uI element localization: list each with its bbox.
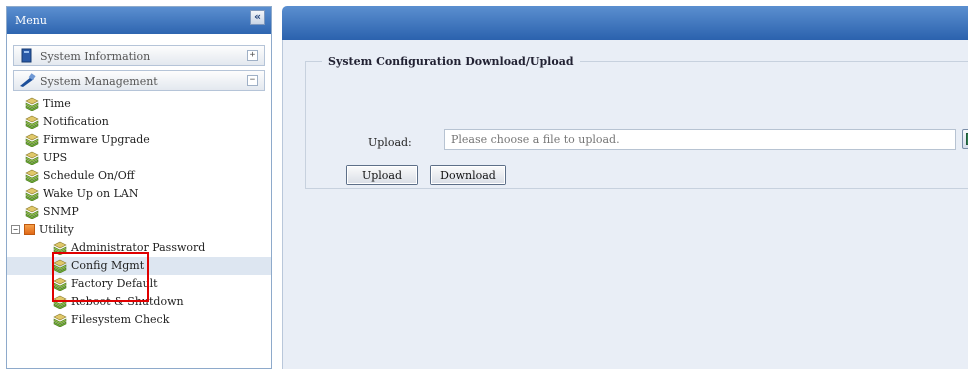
menu-panel: Menu « System Information + System Manag… xyxy=(6,6,272,369)
tree-item-label: Reboot & Shutdown xyxy=(71,295,184,308)
tree-item-label: Filesystem Check xyxy=(71,313,170,326)
tree-item-label: SNMP xyxy=(43,205,79,218)
upload-button[interactable]: Upload xyxy=(346,165,418,185)
upload-button-label: Upload xyxy=(347,166,417,184)
system-management-tree: Time Notification Firmware Upgrade UPS S… xyxy=(7,95,271,329)
tree-item-snmp[interactable]: SNMP xyxy=(7,203,271,221)
tree-item-time[interactable]: Time xyxy=(7,95,271,113)
tree-item-label: Config Mgmt xyxy=(71,259,145,272)
system-information-icon xyxy=(19,48,35,66)
content-header xyxy=(282,6,968,40)
section-system-information-label: System Information xyxy=(40,50,151,63)
tree-item-label: Wake Up on LAN xyxy=(43,187,139,200)
section-system-information[interactable]: System Information + xyxy=(13,45,265,66)
tree-item-reboot-shutdown[interactable]: Reboot & Shutdown xyxy=(7,293,271,311)
tree-item-notification[interactable]: Notification xyxy=(7,113,271,131)
tree-item-firmware-upgrade[interactable]: Firmware Upgrade xyxy=(7,131,271,149)
browse-button[interactable] xyxy=(962,129,968,149)
section-system-management[interactable]: System Management − xyxy=(13,70,265,91)
tree-item-wake-up-on-lan[interactable]: Wake Up on LAN xyxy=(7,185,271,203)
tree-item-label: Time xyxy=(43,97,71,110)
tree-item-label: Factory Default xyxy=(71,277,158,290)
collapse-icon[interactable]: − xyxy=(11,225,20,234)
content-area: System Configuration Download/Upload Upl… xyxy=(282,40,968,369)
tree-item-schedule-on-off[interactable]: Schedule On/Off xyxy=(7,167,271,185)
upload-file-input[interactable] xyxy=(444,129,956,150)
upload-label: Upload: xyxy=(368,136,412,149)
tree-item-label: Administrator Password xyxy=(71,241,206,254)
folder-icon xyxy=(24,224,35,235)
tree-item-factory-default[interactable]: Factory Default xyxy=(7,275,271,293)
menu-body: System Information + System Management −… xyxy=(7,45,271,368)
config-fieldset: System Configuration Download/Upload Upl… xyxy=(305,55,968,189)
tree-item-label: Schedule On/Off xyxy=(43,169,135,182)
expand-icon[interactable]: + xyxy=(247,50,258,61)
tree-item-label: Firmware Upgrade xyxy=(43,133,150,146)
tree-item-administrator-password[interactable]: Administrator Password xyxy=(7,239,271,257)
download-button[interactable]: Download xyxy=(430,165,506,185)
section-title: System Configuration Download/Upload xyxy=(328,55,574,68)
download-button-label: Download xyxy=(431,166,505,184)
collapse-menu-button[interactable]: « xyxy=(250,10,265,25)
tree-folder-utility[interactable]: − Utility xyxy=(7,221,271,239)
section-system-management-label: System Management xyxy=(40,75,158,88)
tree-folder-label: Utility xyxy=(39,223,74,236)
layers-icon xyxy=(53,313,67,333)
tree-item-label: UPS xyxy=(43,151,68,164)
tree-item-config-mgmt[interactable]: Config Mgmt xyxy=(7,257,271,275)
menu-header: Menu « xyxy=(7,7,271,34)
tree-item-ups[interactable]: UPS xyxy=(7,149,271,167)
menu-title: Menu xyxy=(15,14,47,27)
system-management-icon xyxy=(19,73,37,91)
tree-item-label: Notification xyxy=(43,115,109,128)
tree-item-filesystem-check[interactable]: Filesystem Check xyxy=(7,311,271,329)
collapse-icon[interactable]: − xyxy=(247,75,258,86)
